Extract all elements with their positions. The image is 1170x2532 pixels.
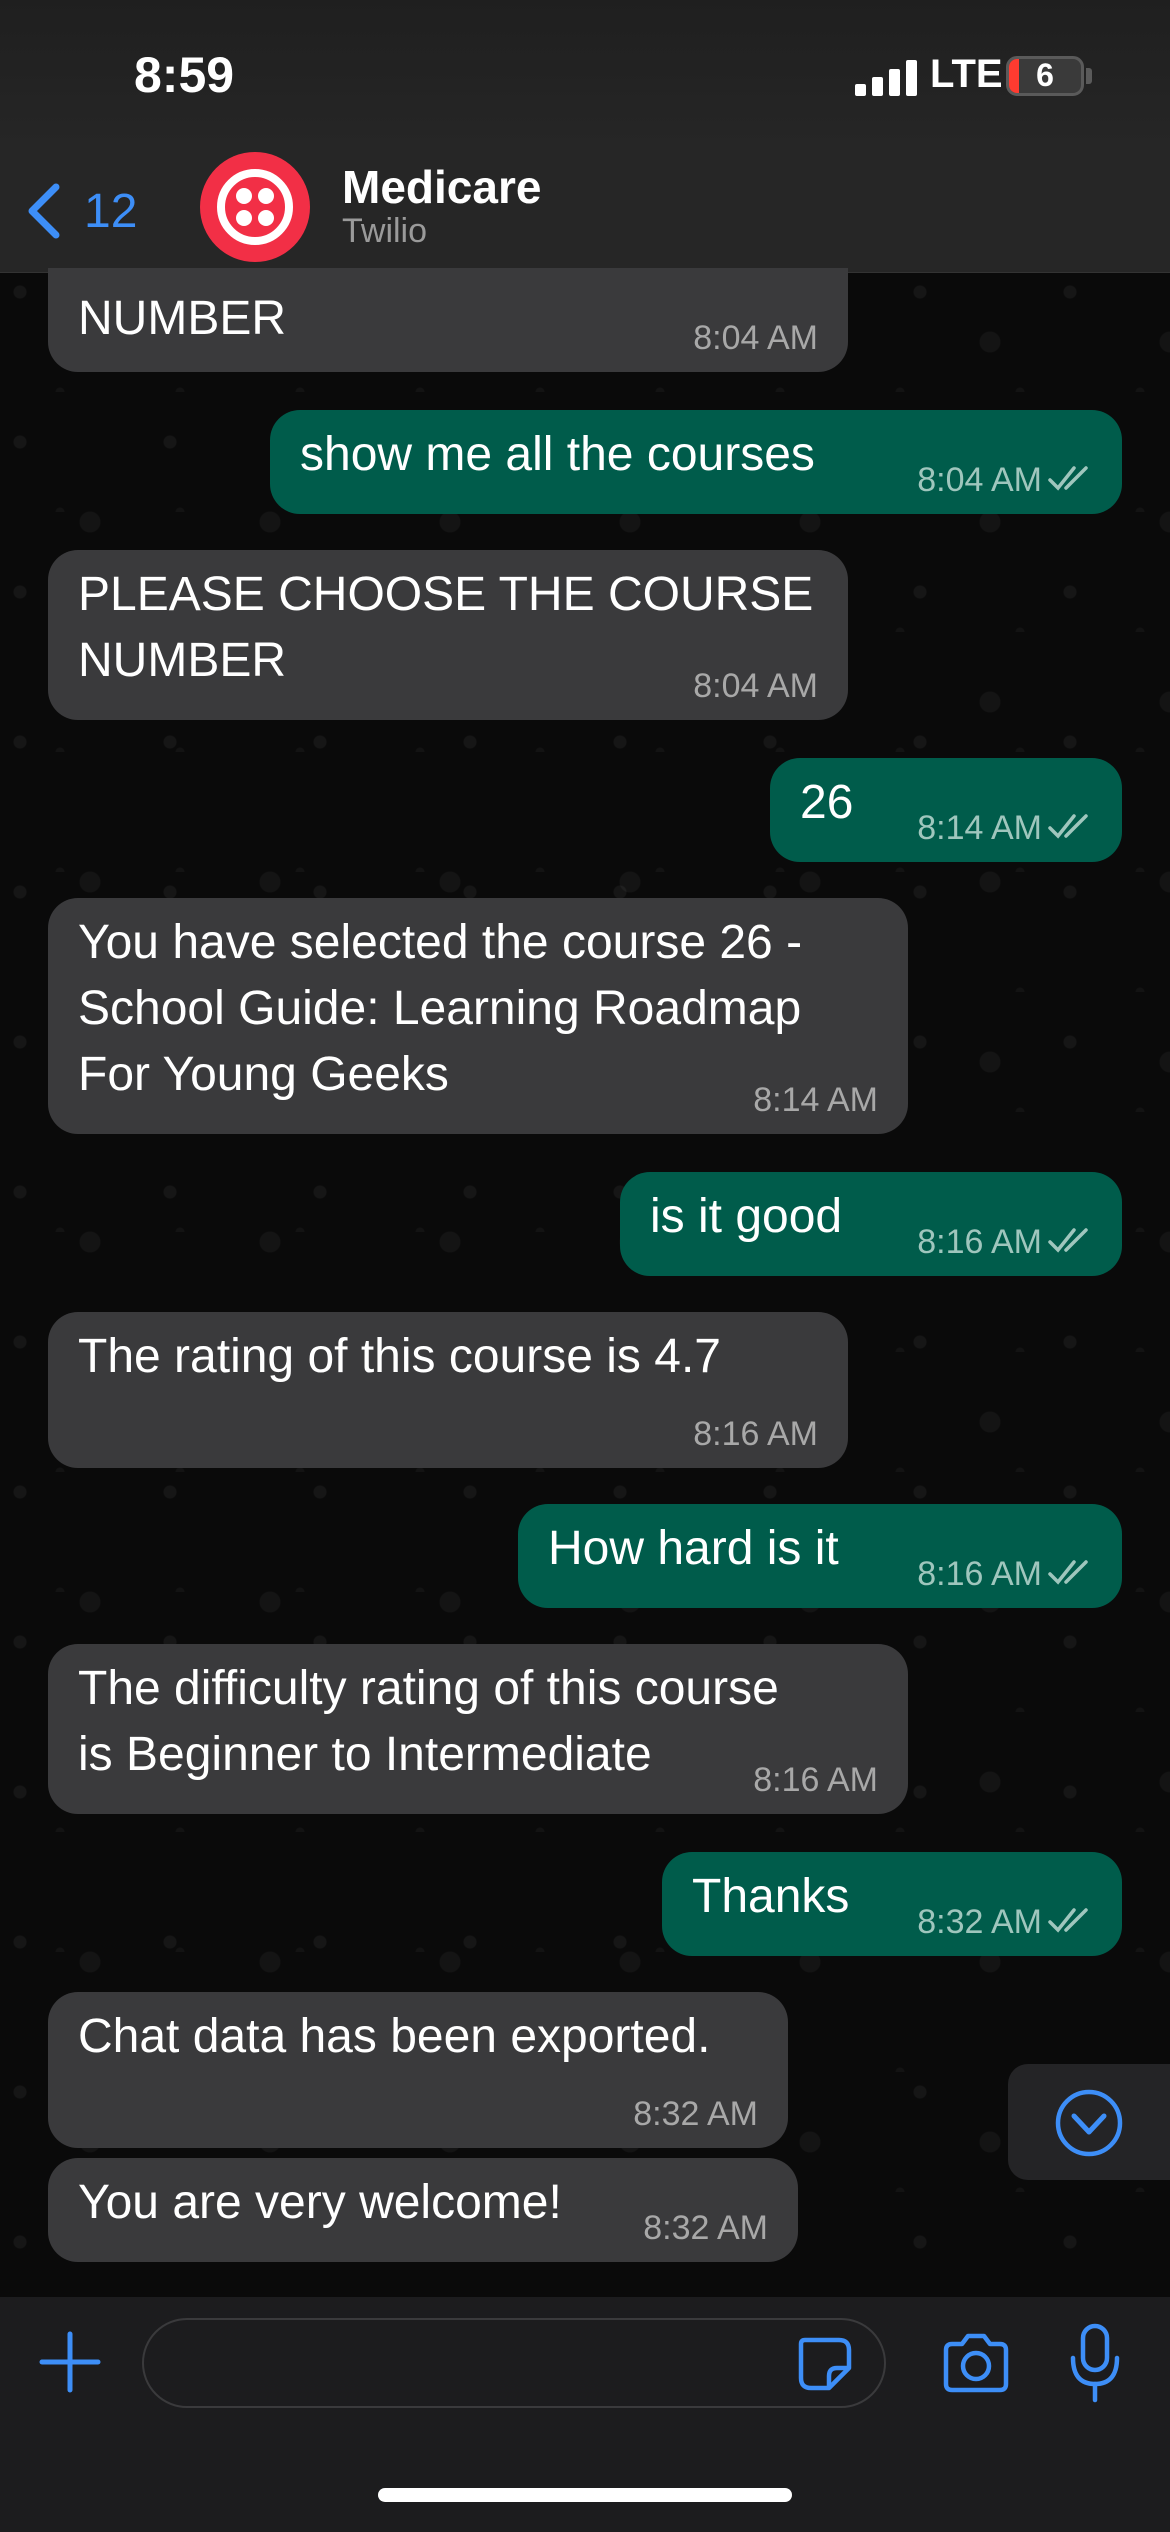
double-check-icon <box>1048 1908 1088 1933</box>
scroll-to-bottom-button[interactable] <box>1008 2064 1170 2180</box>
twilio-logo-icon <box>217 169 293 245</box>
battery-level: 6 <box>1036 57 1054 93</box>
message-time: 8:32 AM <box>633 2095 758 2133</box>
message-bubble-incoming[interactable]: Chat data has been exported. 8:32 AM <box>48 1992 788 2148</box>
message-time: 8:32 AM <box>643 2209 768 2247</box>
back-button[interactable]: 12 <box>24 176 137 246</box>
double-check-icon <box>1048 1228 1088 1253</box>
message-bubble-incoming[interactable]: You have selected the course 26 - School… <box>48 898 908 1134</box>
message-bubble-outgoing[interactable]: Thanks 8:32 AM <box>662 1852 1122 1956</box>
microphone-icon[interactable] <box>1068 2322 1122 2404</box>
message-time: 8:32 AM <box>917 1903 1042 1941</box>
message-input[interactable] <box>174 2330 778 2398</box>
message-bubble-incoming[interactable]: PLEASE CHOOSE THE COURSE NUMBER 8:04 AM <box>48 550 848 720</box>
message-time: 8:04 AM <box>693 667 818 705</box>
message-bubble-outgoing[interactable]: How hard is it 8:16 AM <box>518 1504 1122 1608</box>
camera-icon[interactable] <box>940 2330 1012 2396</box>
message-time: 8:16 AM <box>917 1223 1042 1261</box>
message-time: 8:14 AM <box>753 1081 878 1119</box>
chevron-left-icon <box>28 183 60 239</box>
double-check-icon <box>1048 1560 1088 1585</box>
signal-icon <box>855 60 917 96</box>
double-check-icon <box>1048 814 1088 839</box>
status-time: 8:59 <box>134 47 235 103</box>
message-time: 8:14 AM <box>917 809 1042 847</box>
message-text: Chat data has been exported. <box>78 2010 711 2063</box>
message-input-wrapper <box>142 2318 886 2408</box>
chevron-down-circle-icon <box>1055 2089 1123 2157</box>
message-time: 8:16 AM <box>753 1761 878 1799</box>
battery-tip <box>1086 68 1092 84</box>
message-bubble-incoming[interactable]: The rating of this course is 4.7 8:16 AM <box>48 1312 848 1468</box>
home-indicator[interactable] <box>378 2488 792 2502</box>
message-bubble-outgoing[interactable]: 26 8:14 AM <box>770 758 1122 862</box>
contact-name[interactable]: Medicare <box>342 160 541 214</box>
chat-header: 12 <box>0 150 1170 273</box>
battery-icon: 6 <box>1006 56 1084 96</box>
plus-icon[interactable] <box>38 2330 102 2394</box>
contact-subtitle: Twilio <box>342 212 428 250</box>
sticker-icon[interactable] <box>795 2334 855 2394</box>
message-time: 8:16 AM <box>917 1555 1042 1593</box>
message-bubble-incoming[interactable]: NUMBER 8:04 AM <box>48 268 848 372</box>
network-label: LTE <box>930 52 1003 96</box>
message-time: 8:04 AM <box>693 319 818 357</box>
message-bubble-incoming[interactable]: The difficulty rating of this course is … <box>48 1644 908 1814</box>
message-bubble-incoming[interactable]: You are very welcome! 8:32 AM <box>48 2158 798 2262</box>
message-time: 8:16 AM <box>693 1415 818 1453</box>
message-text: You have selected the course 26 - School… <box>78 916 803 1101</box>
message-text: The rating of this course is 4.7 <box>78 1330 721 1383</box>
message-time: 8:04 AM <box>917 461 1042 499</box>
double-check-icon <box>1048 466 1088 491</box>
unread-count: 12 <box>84 184 138 238</box>
message-bubble-outgoing[interactable]: is it good 8:16 AM <box>620 1172 1122 1276</box>
message-bubble-outgoing[interactable]: show me all the courses 8:04 AM <box>270 410 1122 514</box>
